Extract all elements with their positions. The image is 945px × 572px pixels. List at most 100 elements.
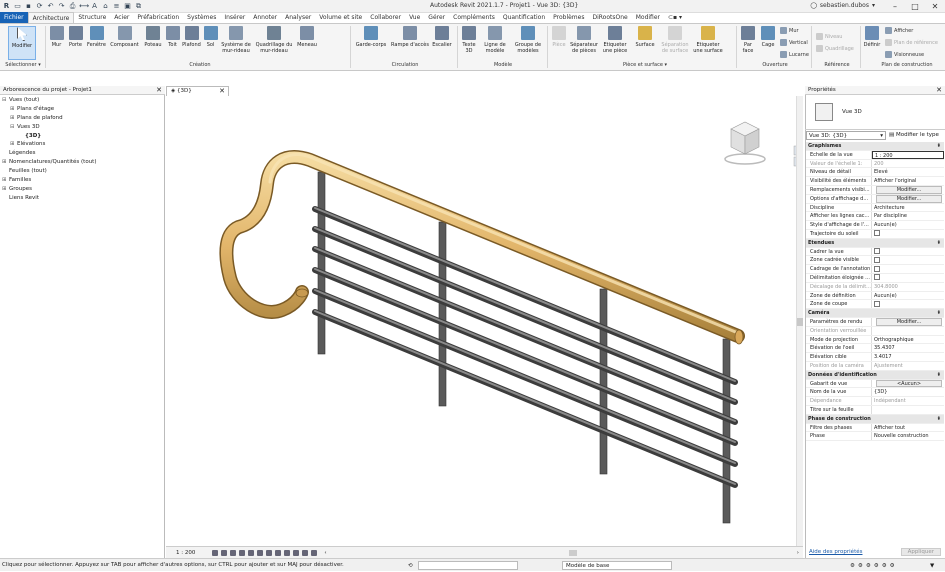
browser-item[interactable]: ⊞ Familles (0, 176, 165, 185)
collapse-icon[interactable]: ⇞ (937, 142, 941, 150)
browser-item[interactable]: ⊞ Plans de plafond (0, 114, 165, 123)
render-icon[interactable] (248, 549, 255, 556)
room-area-group-label[interactable]: Pièce et surface ▾ (610, 62, 680, 68)
fen-tre-button[interactable]: Fenêtre (85, 26, 108, 60)
detail-level-icon[interactable] (212, 549, 219, 556)
close-window-button[interactable]: ✕ (925, 0, 945, 13)
save-icon[interactable]: ▪ (24, 2, 33, 11)
property-group-header[interactable]: Phase de construction ⇞ (806, 414, 944, 424)
switch-windows-icon[interactable]: ⧉ (134, 2, 143, 11)
tab-architecture[interactable]: Architecture (27, 12, 75, 23)
etiqueter-une-surface-button[interactable]: Etiqueter une surface (691, 26, 725, 60)
apply-button[interactable]: Appliquer (900, 548, 941, 556)
property-value[interactable]: Architecture (872, 204, 944, 212)
property-button[interactable]: Modifier... (876, 317, 942, 326)
ribbon-panel-menu[interactable]: ⊂▪ ▾ (664, 12, 686, 23)
property-checkbox[interactable] (874, 300, 880, 307)
tab-collaborer[interactable]: Collaborer (366, 12, 405, 23)
property-group-header[interactable]: Données d'identification ⇞ (806, 370, 944, 380)
pi-ce-button[interactable]: Pièce (549, 26, 569, 60)
meneau-button[interactable]: Meneau (294, 26, 320, 60)
property-checkbox[interactable] (874, 248, 880, 255)
tab-annoter[interactable]: Annoter (249, 12, 281, 23)
undo-icon[interactable]: ↶ (46, 2, 55, 11)
shaft-wall-button[interactable]: Mur (780, 27, 799, 34)
tab-ins-rer[interactable]: Insérer (220, 12, 249, 23)
instance-selector[interactable]: Vue 3D: {3D} ▾ (806, 131, 886, 140)
porte-button[interactable]: Porte (66, 26, 85, 60)
expand-toggle-icon[interactable]: ⊞ (10, 105, 17, 114)
poteau-button[interactable]: Poteau (141, 26, 165, 60)
property-value[interactable]: Aucun(e) (872, 292, 944, 300)
grid-button[interactable]: Quadrillage (816, 45, 854, 52)
tab-acier[interactable]: Acier (110, 12, 133, 23)
texte-3d-button[interactable]: Texte 3D (459, 26, 479, 60)
baluster[interactable] (599, 288, 608, 475)
measure-icon[interactable]: ⟷ (79, 2, 89, 11)
dormer-button[interactable]: Lucarne (780, 51, 809, 58)
tab-syst-mes[interactable]: Systèmes (183, 12, 220, 23)
property-value[interactable]: Afficher l'original (872, 177, 944, 185)
shadows-icon[interactable] (239, 549, 246, 556)
rampe-d-acc-s-button[interactable]: Rampe d'accès (390, 26, 430, 60)
cart-icon[interactable]: ▾ (872, 2, 875, 9)
level-button[interactable]: Niveau (816, 33, 842, 40)
property-value[interactable]: {3D} (872, 388, 944, 396)
browser-item[interactable]: Feuilles (tout) (0, 167, 165, 176)
collapse-icon[interactable]: ⇞ (937, 415, 941, 423)
groupe-de-mod-les-button[interactable]: Groupe de modèles (511, 26, 545, 60)
property-value[interactable]: 35.4307 (872, 344, 944, 352)
modify-button[interactable]: Modifier (8, 26, 36, 60)
analytical-model-icon[interactable] (311, 549, 318, 556)
thin-lines-icon[interactable]: ≡ (112, 2, 121, 11)
print-icon[interactable]: ⎙ (68, 2, 77, 11)
close-icon[interactable]: ✕ (936, 86, 942, 95)
design-option-field[interactable]: Modèle de base (562, 561, 672, 570)
scroll-right-icon[interactable]: › (797, 550, 799, 556)
property-checkbox[interactable] (874, 274, 880, 281)
cage-button[interactable]: Cage (758, 26, 778, 60)
baluster[interactable] (722, 338, 731, 524)
set-workplane-button[interactable]: Définir (862, 26, 882, 60)
property-value[interactable]: Nouvelle construction (872, 432, 944, 440)
edit-type-button[interactable]: ▤ Modifier le type (889, 131, 939, 140)
tab-structure[interactable]: Structure (74, 12, 110, 23)
expand-toggle-icon[interactable]: ⊞ (10, 114, 17, 123)
revit-logo-icon[interactable]: R (2, 2, 11, 11)
viewer-button[interactable]: Visionneuse (885, 51, 924, 58)
horizontal-scroll-thumb[interactable] (569, 550, 577, 556)
properties-help-link[interactable]: Aide des propriétés (809, 549, 862, 555)
expand-toggle-icon[interactable]: ⊞ (10, 140, 17, 149)
type-selector[interactable]: Vue 3D (805, 96, 945, 130)
tab-modifier[interactable]: Modifier (632, 12, 664, 23)
vertical-scrollbar[interactable] (796, 96, 803, 546)
3d-view-canvas[interactable] (166, 96, 803, 546)
property-value[interactable]: Afficher tout (872, 424, 944, 432)
vertical-opening-button[interactable]: Vertical (780, 39, 808, 46)
lock-view-icon[interactable] (275, 549, 282, 556)
tab-probl-mes[interactable]: Problèmes (549, 12, 588, 23)
property-checkbox[interactable] (874, 265, 880, 272)
property-checkbox[interactable] (874, 256, 880, 263)
s-parateur-de-pi-ces-button[interactable]: Séparateur de pièces (569, 26, 599, 60)
tab-volume-et-site[interactable]: Volume et site (315, 12, 366, 23)
surface-button[interactable]: Surface (631, 26, 659, 60)
minimize-button[interactable]: – (885, 0, 905, 13)
property-button[interactable]: <Aucun> (876, 379, 942, 388)
selection-options-icons[interactable]: ⚙⚙⚙⚙⚙⚙ (850, 560, 898, 572)
worksets-icon[interactable]: ⟲ (408, 560, 413, 572)
plafond-button[interactable]: Plafond (180, 26, 203, 60)
browser-item[interactable]: Liens Revit (0, 194, 165, 203)
property-group-header[interactable]: Etendues ⇞ (806, 238, 944, 248)
view-scale[interactable]: 1 : 200 (176, 550, 195, 556)
property-value[interactable]: 3.4017 (872, 353, 944, 361)
expand-toggle-icon[interactable]: ⊞ (2, 185, 9, 194)
sol-button[interactable]: Sol (203, 26, 218, 60)
browser-item[interactable]: ⊞ Groupes (0, 185, 165, 194)
expand-toggle-icon[interactable]: ⊟ (10, 123, 17, 132)
property-value[interactable]: Par discipline (872, 212, 944, 220)
filter-icon[interactable]: ▼ (930, 560, 934, 572)
tab-vue[interactable]: Vue (405, 12, 424, 23)
browser-item[interactable]: Légendes (0, 149, 165, 158)
maximize-button[interactable]: □ (905, 0, 925, 13)
